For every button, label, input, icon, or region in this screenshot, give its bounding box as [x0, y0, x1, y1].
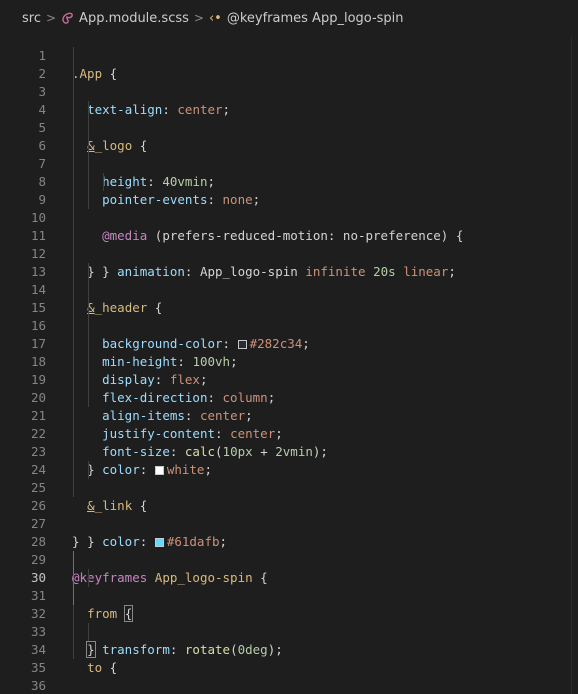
indent-guide — [73, 587, 74, 605]
code-line[interactable]: 12 — [0, 227, 578, 261]
code-line[interactable]: 6 pointer-events: none; — [0, 119, 578, 207]
code-line[interactable]: 29 @keyframes App_logo-spin { — [0, 533, 578, 585]
indent-guide — [88, 299, 89, 317]
code-line[interactable]: 11 } — [0, 209, 578, 279]
indent-guide — [88, 371, 89, 389]
indent-guide — [88, 155, 89, 173]
code-line[interactable]: 1 .App { — [0, 29, 578, 81]
code-line[interactable]: 23 — [0, 425, 578, 459]
code-line[interactable]: 28 — [0, 515, 578, 549]
code-line[interactable]: 35 } — [0, 641, 578, 675]
indent-guide — [73, 173, 74, 191]
indent-guide — [88, 353, 89, 371]
code-line[interactable]: 2 text-align: center; — [0, 47, 578, 117]
indent-guide — [73, 569, 74, 587]
indent-guide — [73, 425, 74, 443]
code-line[interactable]: 20 font-size: calc(10px + 2vmin); — [0, 371, 578, 459]
indent-guide — [88, 191, 89, 209]
code-line[interactable]: 25 color: #61dafb; — [0, 461, 578, 549]
code-area[interactable]: 1 .App { 2 text-align: center; 3 4 &_log… — [0, 29, 578, 694]
code-line[interactable]: 5 height: 40vmin; — [0, 101, 578, 189]
indent-guide — [88, 173, 89, 191]
code-line[interactable]: 22 } — [0, 407, 578, 477]
indent-guide — [88, 119, 89, 137]
code-line[interactable]: 18 align-items: center; — [0, 335, 578, 423]
code-line[interactable]: 26 } — [0, 479, 578, 549]
indent-guide — [88, 461, 89, 479]
indent-guide — [73, 605, 74, 623]
code-line[interactable]: 24 &_link { — [0, 443, 578, 513]
breadcrumb-symbol[interactable]: @keyframes App_logo-spin — [227, 11, 404, 26]
indent-guide — [88, 281, 89, 299]
code-line[interactable]: 16 display: flex; — [0, 299, 578, 387]
code-line[interactable]: 27 } — [0, 497, 578, 549]
indent-guide — [88, 101, 89, 119]
indent-guide — [73, 353, 74, 371]
indent-guide — [73, 191, 74, 209]
code-line[interactable]: 13 &_header { — [0, 245, 578, 315]
indent-guide — [103, 173, 104, 191]
indent-guide — [88, 263, 89, 281]
indent-guide — [88, 335, 89, 353]
code-line[interactable]: 14 background-color: #282c34; — [0, 263, 578, 351]
indent-guide — [73, 83, 74, 101]
code-line[interactable]: 7 — [0, 137, 578, 171]
indent-guide — [73, 137, 74, 155]
indent-guide — [73, 209, 74, 227]
indent-guide — [88, 137, 89, 155]
indent-guide — [73, 551, 74, 569]
code-line[interactable]: 15 min-height: 100vh; — [0, 281, 578, 369]
indent-guide — [73, 389, 74, 407]
code-line[interactable]: 9 animation: App_logo-spin infinite 20s … — [0, 173, 578, 279]
indent-guide — [88, 623, 89, 641]
indent-guide — [73, 461, 74, 479]
code-line[interactable]: 33 to { — [0, 605, 578, 675]
indent-guide — [73, 299, 74, 317]
indent-guide — [73, 155, 74, 173]
indent-guide — [73, 317, 74, 335]
code-line[interactable]: 21 color: white; — [0, 389, 578, 477]
indent-guide — [73, 623, 74, 641]
code-editor[interactable]: src > App.module.scss > ‹• @keyframes Ap… — [0, 0, 578, 694]
indent-guide — [73, 227, 74, 245]
indent-guide — [73, 335, 74, 353]
code-line[interactable]: 31 transform: rotate(0deg); — [0, 569, 578, 657]
code-line-active[interactable]: 30 from { — [0, 551, 578, 622]
indent-guide — [73, 245, 74, 263]
indent-guide — [73, 443, 74, 461]
indent-guide — [88, 389, 89, 407]
breadcrumb-folder[interactable]: src — [22, 11, 41, 26]
code-line[interactable]: 3 — [0, 65, 578, 99]
code-line[interactable]: 34 transform: rotate(360deg); — [0, 623, 578, 657]
code-line[interactable]: 8 @media (prefers-reduced-motion: no-pre… — [0, 155, 578, 243]
indent-guide — [88, 317, 89, 335]
code-line[interactable]: 19 justify-content: center; — [0, 353, 578, 441]
indent-guide — [73, 263, 74, 281]
indent-guide — [73, 407, 74, 425]
vertical-scrollbar[interactable] — [571, 36, 578, 694]
code-line[interactable]: 10 } — [0, 191, 578, 279]
keyframes-icon: ‹• — [208, 10, 222, 26]
indent-guide — [73, 47, 74, 65]
code-line[interactable]: 32 } — [0, 587, 578, 658]
indent-guide — [88, 569, 89, 587]
indent-guide — [73, 65, 74, 83]
indent-guide — [73, 479, 74, 497]
chevron-right-icon: > — [45, 11, 57, 25]
code-line[interactable]: 37 — [0, 677, 578, 694]
code-line[interactable]: 17 flex-direction: column; — [0, 317, 578, 405]
code-line[interactable]: 4 &_logo { — [0, 83, 578, 153]
indent-guide — [73, 641, 74, 659]
breadcrumb-file[interactable]: App.module.scss — [79, 11, 189, 26]
indent-guide — [73, 371, 74, 389]
code-line[interactable]: 36 } — [0, 659, 578, 693]
indent-guide — [73, 281, 74, 299]
chevron-right-icon: > — [193, 11, 204, 25]
indent-guide — [73, 119, 74, 137]
indent-guide — [73, 101, 74, 119]
sass-icon — [61, 11, 75, 25]
